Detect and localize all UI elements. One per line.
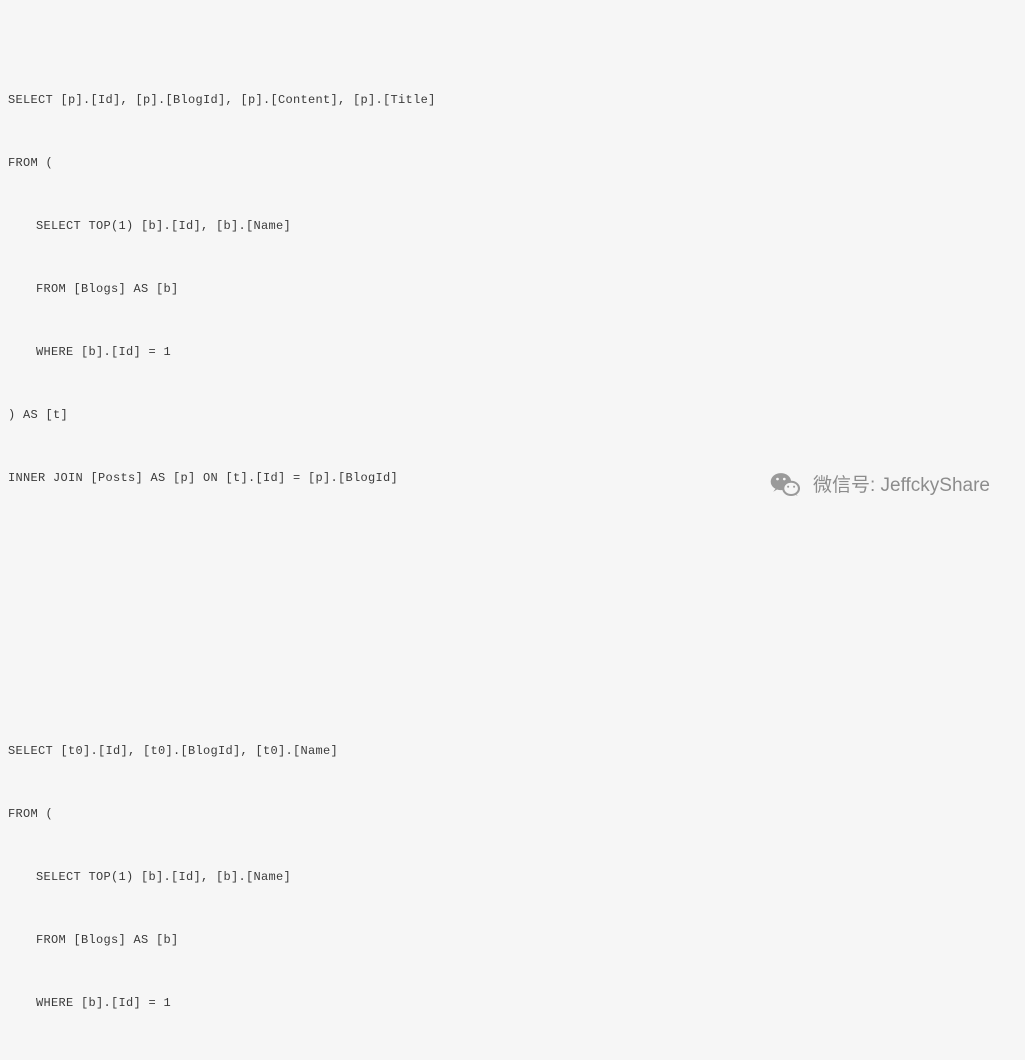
code-line: WHERE [b].[Id] = 1	[8, 342, 1017, 363]
code-line: ) AS [t]	[8, 405, 1017, 426]
code-line: SELECT TOP(1) [b].[Id], [b].[Name]	[8, 216, 1017, 237]
blank-line	[8, 573, 1017, 594]
code-line: FROM (	[8, 153, 1017, 174]
watermark-text: 微信号: JeffckyShare	[813, 475, 990, 496]
code-line: FROM [Blogs] AS [b]	[8, 930, 1017, 951]
watermark: 微信号: JeffckyShare	[769, 468, 990, 502]
wechat-icon	[769, 468, 803, 502]
code-line: SELECT [p].[Id], [p].[BlogId], [p].[Cont…	[8, 90, 1017, 111]
code-line: FROM (	[8, 804, 1017, 825]
sql-code-block: SELECT [p].[Id], [p].[BlogId], [p].[Cont…	[8, 6, 1017, 1060]
code-line: SELECT TOP(1) [b].[Id], [b].[Name]	[8, 867, 1017, 888]
code-line: WHERE [b].[Id] = 1	[8, 993, 1017, 1014]
sql-query-1: SELECT [p].[Id], [p].[BlogId], [p].[Cont…	[8, 48, 1017, 531]
sql-query-2: SELECT [t0].[Id], [t0].[BlogId], [t0].[N…	[8, 699, 1017, 1060]
blank-line	[8, 636, 1017, 657]
code-line: SELECT [t0].[Id], [t0].[BlogId], [t0].[N…	[8, 741, 1017, 762]
code-line: FROM [Blogs] AS [b]	[8, 279, 1017, 300]
code-line: ) AS [t]	[8, 1056, 1017, 1060]
